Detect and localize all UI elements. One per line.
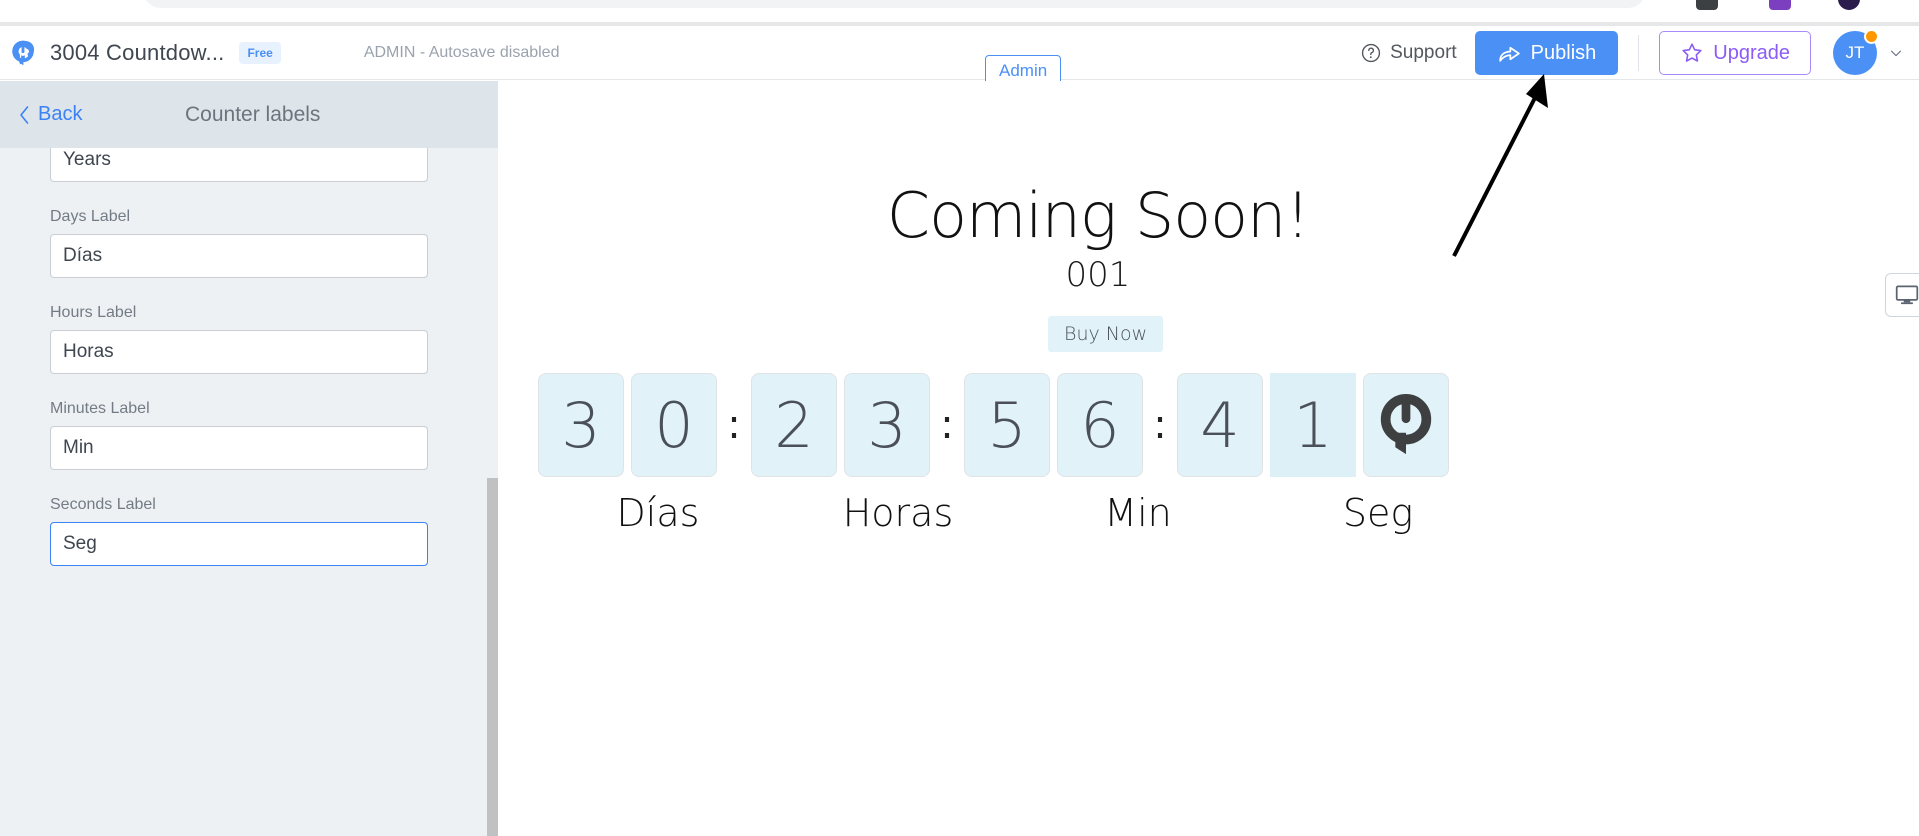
support-button[interactable]: Support xyxy=(1360,42,1457,64)
field-group-seconds: Seconds Label xyxy=(50,496,498,566)
preview-canvas: Coming Soon! 001 Buy Now 3 0 : 2 3 : 5 6… xyxy=(498,81,1919,836)
avatar[interactable]: JT xyxy=(1833,29,1879,75)
hours-label-field[interactable] xyxy=(50,330,428,374)
unit-label: Horas xyxy=(842,491,954,535)
field-group-days: Days Label xyxy=(50,208,498,278)
divider xyxy=(1638,35,1640,71)
field-group-minutes: Minutes Label xyxy=(50,400,498,470)
power-logo-icon[interactable] xyxy=(10,40,36,66)
countdown-digit: 1 xyxy=(1270,373,1356,477)
desktop-monitor-icon xyxy=(1895,285,1919,305)
question-circle-icon xyxy=(1362,43,1381,63)
back-label: Back xyxy=(38,103,83,125)
colon-separator: : xyxy=(940,402,954,448)
sidebar-scroll-area: Days Label Hours Label Minutes Label Sec… xyxy=(0,148,498,836)
countdown-timer: 3 0 : 2 3 : 5 6 : 4 1 xyxy=(538,373,1456,477)
extension-purple-icon[interactable] xyxy=(1769,0,1791,10)
countdown-digit: 3 xyxy=(538,373,624,477)
page-title: 3004 Countdow... xyxy=(50,39,225,65)
settings-sidebar: Back Counter labels Days Label Hours Lab… xyxy=(0,81,498,836)
panel-title: Counter labels xyxy=(185,102,321,126)
publish-label: Publish xyxy=(1530,41,1597,64)
desktop-view-toggle[interactable] xyxy=(1885,273,1919,317)
app-header: 3004 Countdow... Free ADMIN - Autosave d… xyxy=(0,26,1919,87)
countdown-digit: 3 xyxy=(844,373,930,477)
upgrade-label: Upgrade xyxy=(1713,41,1790,64)
countdown-digit: 0 xyxy=(631,373,717,477)
coming-soon-heading: Coming Soon! xyxy=(886,179,1310,252)
vertical-scrollbar[interactable] xyxy=(487,478,498,836)
notification-dot xyxy=(1864,29,1879,44)
counter-code-text: 001 xyxy=(1065,255,1131,295)
chevron-left-icon xyxy=(20,105,29,124)
years-field-clip xyxy=(50,148,498,182)
countdown-digit: 2 xyxy=(751,373,837,477)
power-logo-icon xyxy=(1380,394,1432,455)
years-label-field[interactable] xyxy=(50,148,428,182)
extension-avatar-icon[interactable] xyxy=(1838,0,1860,10)
status-badge: Free xyxy=(239,41,281,64)
seconds-label-field[interactable] xyxy=(50,522,428,566)
countdown-digit: 4 xyxy=(1177,373,1263,477)
address-bar[interactable] xyxy=(143,0,1646,8)
star-icon xyxy=(1682,43,1702,62)
upgrade-button[interactable]: Upgrade xyxy=(1659,31,1811,75)
countdown-digit: 5 xyxy=(964,373,1050,477)
support-label: Support xyxy=(1390,42,1457,63)
minutes-label-field[interactable] xyxy=(50,426,428,470)
chevron-down-icon[interactable] xyxy=(1887,44,1905,62)
colon-separator: : xyxy=(727,402,741,448)
hours-label-text: Hours Label xyxy=(50,304,137,321)
unit-label: Días xyxy=(616,491,700,535)
countdown-unit-labels: Días Horas Min Seg xyxy=(538,491,1498,535)
countdown-logo-tile xyxy=(1363,373,1449,477)
countdown-digit: 6 xyxy=(1057,373,1143,477)
panel-header: Back Counter labels xyxy=(0,81,498,148)
extension-dark-icon[interactable] xyxy=(1696,0,1718,10)
publish-button[interactable]: Publish xyxy=(1474,31,1619,75)
colon-separator: : xyxy=(1153,402,1167,448)
scrollbar-track[interactable] xyxy=(487,148,498,836)
unit-label: Seg xyxy=(1342,491,1414,535)
field-group-years xyxy=(50,148,498,182)
share-arrow-icon xyxy=(1498,46,1520,62)
minutes-label-text: Minutes Label xyxy=(50,400,150,417)
days-label-text: Days Label xyxy=(50,208,131,225)
buy-now-button[interactable]: Buy Now xyxy=(1048,316,1164,352)
field-group-hours: Hours Label xyxy=(50,304,498,374)
days-label-field[interactable] xyxy=(50,234,428,278)
browser-chrome-sliver xyxy=(0,0,1919,22)
unit-label: Min xyxy=(1104,491,1172,535)
back-button[interactable]: Back xyxy=(18,103,82,126)
header-actions: Support Publish Upgrade JT xyxy=(1360,26,1919,80)
seconds-label-text: Seconds Label xyxy=(50,496,156,513)
autosave-status-text: ADMIN - Autosave disabled xyxy=(363,43,560,61)
